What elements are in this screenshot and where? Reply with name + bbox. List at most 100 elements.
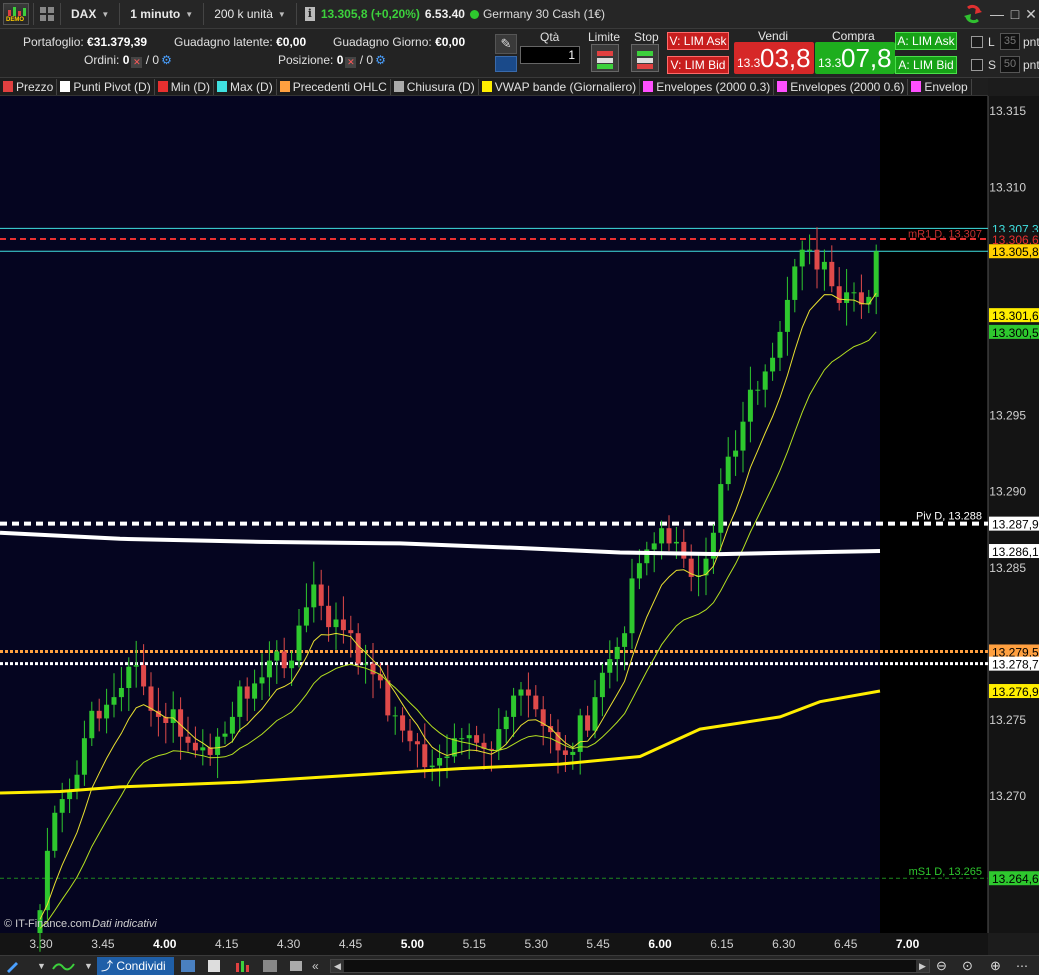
edit-order-button[interactable]: ✎ [495, 34, 517, 54]
candle-body [829, 261, 835, 287]
market-name: Germany 30 Cash (1€) [482, 7, 606, 21]
close-button[interactable]: ✕ [1021, 4, 1039, 24]
candle-body [400, 715, 406, 731]
chart-window-icon[interactable] [180, 959, 196, 973]
more-icon[interactable]: ⋯ [1016, 959, 1032, 973]
cancel-orders-icon[interactable]: ✕ [131, 57, 143, 68]
price-chart[interactable]: 13.315 13.310 13.295 13.290 13.285 13.275 13.2… [0, 96, 1039, 955]
candle-body [570, 751, 576, 755]
x-tick-label: 5.30 [525, 937, 549, 951]
candle-body [340, 619, 346, 631]
long-points-unit: pnt [1023, 35, 1039, 49]
short-checkbox[interactable] [971, 59, 983, 71]
legend-item[interactable]: Chiusura (D) [391, 78, 479, 95]
candle-body [503, 716, 509, 730]
zoom-out-icon[interactable]: ⊖ [936, 959, 952, 973]
candle-body [89, 710, 95, 739]
candle-body [444, 756, 450, 758]
day-gain: Guadagno Giorno: €0,00 [333, 35, 465, 49]
x-tick-label: 6.30 [772, 937, 796, 951]
quantity-input[interactable]: 1 [520, 46, 580, 64]
candle-body [96, 710, 102, 719]
legend-item[interactable]: Envelopes (2000 0.3) [640, 78, 775, 95]
candle-body [622, 633, 628, 647]
image-icon[interactable] [262, 959, 278, 973]
legend-item[interactable]: Prezzo [0, 78, 58, 95]
orders-settings-icon[interactable]: ⚙ [161, 53, 172, 67]
legend-item[interactable]: Precedenti OHLC [277, 78, 391, 95]
info-icon[interactable]: i [304, 7, 315, 21]
candle-body [821, 261, 827, 270]
legend-swatch-icon [3, 81, 13, 92]
day-gain-value: €0,00 [435, 35, 466, 49]
legend-item[interactable]: Envelop [908, 78, 972, 95]
qty-label: Qtà [540, 30, 560, 44]
candle-body [629, 578, 635, 634]
units-dropdown[interactable]: 200 k unità ▼ [208, 0, 292, 29]
scroll-next-icon[interactable]: ▶ [916, 960, 929, 972]
bar-chart-icon[interactable] [234, 959, 250, 973]
legend-item[interactable]: Punti Pivot (D) [57, 78, 155, 95]
scroll-prev-icon[interactable]: ◀ [331, 960, 344, 972]
scroll-left-icon[interactable]: « [312, 959, 328, 973]
export-icon[interactable] [288, 959, 304, 973]
short-points-unit: pnt [1023, 58, 1039, 72]
demo-account-icon[interactable]: DEMO [3, 3, 29, 25]
sell-limit-ask-button[interactable]: V: LIM Ask [667, 32, 729, 50]
x-tick-label: 6.00 [648, 937, 672, 951]
position-label: Posizione: [278, 53, 334, 67]
separator [295, 3, 297, 25]
buy-limit-ask-button[interactable]: A: LIM Ask [895, 32, 957, 50]
sell-limit-bid-button[interactable]: V: LIM Bid [667, 56, 729, 74]
chevron-down-icon: ▼ [101, 9, 110, 19]
candle-body [755, 389, 761, 391]
pencil-icon[interactable] [4, 959, 20, 973]
instrument-label: DAX [71, 7, 97, 21]
price-tag-label: 13.278,7 [992, 658, 1039, 672]
buy-limit-bid-button[interactable]: A: LIM Bid [895, 56, 957, 74]
minimize-button[interactable]: — [987, 4, 1007, 24]
sell-button[interactable]: 13.3 03,8 [734, 42, 814, 74]
close-position-icon[interactable]: ✕ [345, 57, 357, 68]
latent-gain-label: Guadagno latente: [174, 35, 273, 49]
candle-body [725, 456, 731, 485]
instrument-dropdown[interactable]: DAX ▼ [65, 0, 115, 29]
price-tag-label: 13.301,6 [992, 309, 1039, 323]
legend-item[interactable]: Envelopes (2000 0.6) [774, 78, 909, 95]
zoom-in-icon[interactable]: ⊕ [990, 959, 1006, 973]
candle-body [185, 736, 191, 743]
buy-button[interactable]: 13.3 07,8 [815, 42, 895, 74]
separator [203, 3, 205, 25]
short-points-input[interactable]: 50 [1000, 56, 1020, 73]
separator [60, 3, 61, 25]
long-checkbox[interactable] [971, 36, 983, 48]
position-total: / 0 [359, 53, 374, 67]
keyboard-icon[interactable] [495, 56, 517, 72]
share-button[interactable]: ⤴ Condividi [97, 957, 174, 975]
stop-order-button[interactable] [631, 44, 659, 72]
legend-item[interactable]: Min (D) [155, 78, 215, 95]
zoom-fit-icon[interactable]: ⊙ [962, 959, 978, 973]
buy-price-prefix: 13.3 [818, 56, 842, 70]
position-settings-icon[interactable]: ⚙ [375, 53, 386, 67]
legend-swatch-icon [777, 81, 788, 92]
document-icon[interactable] [206, 959, 222, 973]
candle-body [104, 704, 110, 719]
legend-item[interactable]: VWAP bande (Giornaliero) [479, 78, 641, 95]
time-scrollbar[interactable]: ◀ ▶ [330, 959, 930, 973]
indicators-icon[interactable] [52, 959, 78, 973]
legend-item[interactable]: Max (D) [214, 78, 277, 95]
refresh-icon[interactable] [962, 3, 984, 25]
legend-label: Chiusura (D) [406, 79, 475, 94]
long-points-input[interactable]: 35 [1000, 33, 1020, 50]
latent-gain-value: €0,00 [276, 35, 307, 49]
share-label: Condividi [116, 959, 166, 973]
limit-order-button[interactable] [591, 44, 619, 72]
plot-area [0, 96, 880, 933]
chevron-down-icon[interactable]: ▼ [37, 959, 53, 973]
layout-grid-icon[interactable] [38, 5, 56, 23]
candle-body [274, 651, 280, 661]
timeframe-dropdown[interactable]: 1 minuto ▼ [124, 0, 199, 29]
orders-value: 0 [122, 53, 130, 67]
orders-label: Ordini: [84, 53, 120, 67]
